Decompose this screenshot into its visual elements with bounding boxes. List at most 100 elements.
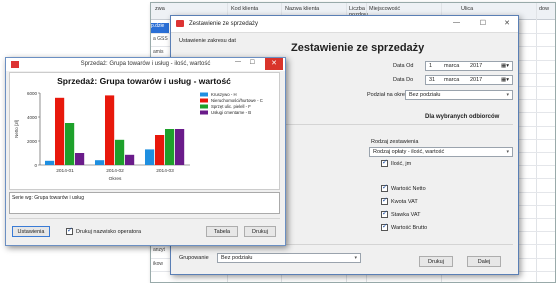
checkbox-label: Stawka VAT	[391, 212, 421, 218]
bar	[45, 160, 55, 165]
legend-swatch	[200, 104, 208, 109]
grouping-select[interactable]: Bez podziału ▾	[217, 253, 361, 263]
date-from-day: 1	[429, 63, 433, 69]
y-tick-label: 6000	[27, 91, 38, 96]
checkbox-net-value[interactable]	[381, 183, 388, 192]
date-to-day: 31	[429, 77, 436, 83]
report-type-value: Rodzaj opłaty - ilość, wartość	[373, 149, 445, 155]
close-icon[interactable]: ✕	[504, 19, 510, 27]
chart-window-title: Sprzedaż: Grupa towarów i usług - ilość,…	[80, 61, 211, 67]
date-to-year: 2017	[470, 77, 483, 83]
chevron-down-icon: ▾	[506, 149, 509, 155]
date-from-field[interactable]: 1 marca 2017 ▦▾	[425, 61, 513, 71]
date-from-month: marca	[444, 63, 460, 69]
checkbox-vat-amount[interactable]	[381, 196, 388, 205]
settings-button[interactable]: Ustawienia	[12, 226, 50, 237]
x-tick-label: 2014-01	[56, 168, 74, 174]
date-to-field[interactable]: 31 marca 2017 ▦▾	[425, 75, 513, 85]
bar	[95, 160, 105, 165]
checkbox-quantity[interactable]	[381, 158, 388, 167]
bar	[65, 123, 75, 165]
chart-titlebar: Sprzedaż: Grupa towarów i usług - ilość,…	[6, 58, 285, 71]
report-type-label: Rodzaj zestawienia	[371, 139, 419, 145]
report-type-select[interactable]: Rodzaj opłaty - ilość, wartość ▾	[369, 147, 513, 157]
calendar-icon[interactable]: ▦▾	[501, 62, 509, 71]
date-to-month: marca	[444, 77, 460, 83]
print-button[interactable]: Drukuj	[244, 226, 276, 237]
chevron-down-icon: ▾	[506, 92, 509, 98]
dialog-titlebar: Zestawienie ze sprzedaży — ☐ ✕	[171, 16, 518, 33]
table-row[interactable]: amis	[153, 49, 164, 55]
print-operator-label: Drukuj nazwisko operatora	[76, 229, 142, 235]
chart-title: Sprzedaż: Grupa towarów i usług - wartoś…	[57, 76, 231, 86]
divider	[9, 218, 280, 219]
bar	[165, 129, 175, 165]
maximize-icon[interactable]: ☐	[480, 19, 486, 27]
table-row[interactable]: p.dzie	[151, 23, 169, 33]
bar	[145, 149, 155, 165]
checkbox-gross-value[interactable]	[381, 222, 388, 231]
period-value: Bez podziału	[409, 92, 441, 98]
minimize-icon[interactable]: —	[235, 59, 241, 65]
column-header[interactable]: Nazwa klienta	[285, 6, 319, 12]
x-tick-label: 2014-02	[106, 168, 124, 174]
legend-swatch	[200, 98, 208, 103]
bar	[155, 135, 165, 165]
app-icon	[176, 20, 184, 27]
table-button[interactable]: Tabela	[206, 226, 238, 237]
x-axis-label: Okres	[109, 176, 122, 182]
column-header[interactable]: Ulica	[461, 6, 473, 12]
bar	[75, 153, 85, 165]
maximize-icon[interactable]: ☐	[250, 59, 255, 66]
checkbox-label: Wartość Brutto	[391, 225, 428, 231]
calendar-icon[interactable]: ▦▾	[501, 76, 509, 85]
bar	[55, 97, 65, 165]
checkbox-vat-rate[interactable]	[381, 209, 388, 218]
column-header[interactable]: zwa	[155, 6, 165, 12]
bar	[175, 129, 185, 165]
dialog-title: Zestawienie ze sprzedaży	[189, 21, 259, 27]
checkbox-label: Kwota VAT	[391, 199, 418, 205]
next-button[interactable]: Dalej	[467, 256, 501, 267]
table-row[interactable]: ikow	[153, 261, 163, 267]
table-row[interactable]: a GSS	[153, 36, 168, 42]
chevron-down-icon: ▾	[354, 255, 357, 261]
page-title: Zestawienie ze sprzedaży	[291, 42, 425, 54]
bar-chart: Sprzedaż: Grupa towarów i usług - wartoś…	[14, 76, 263, 182]
bar	[105, 95, 115, 165]
series-info-box[interactable]: Serie wg: Grupa towarów i usług	[9, 192, 280, 214]
chart-window: Sprzedaż: Grupa towarów i usług - ilość,…	[5, 57, 286, 246]
date-range-label: Ustawienie zakresu dat	[179, 38, 236, 44]
table-row[interactable]: anzyt	[153, 247, 165, 253]
checkbox-label: Ilość, jm	[391, 161, 412, 167]
column-header[interactable]: dow	[539, 6, 549, 12]
y-axis-label: Netto [zł]	[14, 120, 19, 138]
column-header[interactable]: Miejscowość	[369, 6, 400, 12]
minimize-icon[interactable]: —	[453, 19, 460, 26]
date-from-label: Data Od	[393, 63, 414, 69]
close-icon[interactable]: ✕	[265, 58, 283, 70]
legend-label: Usługi cmentarne - B	[211, 110, 251, 115]
chart-area: Sprzedaż: Grupa towarów i usług - wartoś…	[9, 72, 280, 190]
checkbox-label: Wartość Netto	[391, 186, 426, 192]
x-tick-label: 2014-03	[156, 168, 174, 174]
bar	[115, 139, 125, 165]
recipients-label: Dla wybranych odbiorców	[425, 114, 500, 120]
column-header[interactable]: Kod klienta	[231, 6, 259, 12]
period-label: Podział na okresy	[367, 92, 411, 98]
period-select[interactable]: Bez podziału ▾	[405, 90, 513, 100]
legend-label: Nieruchomości/hurtowe - C	[211, 98, 263, 103]
grouping-label: Grupowanie	[179, 255, 209, 261]
y-tick-label: 4000	[27, 115, 38, 120]
print-button[interactable]: Drukuj	[419, 256, 453, 267]
legend-label: Kruszywo - H	[211, 92, 237, 97]
legend-swatch	[200, 92, 208, 97]
y-tick-label: 2000	[27, 139, 38, 144]
print-operator-checkbox[interactable]	[66, 226, 73, 235]
date-from-year: 2017	[470, 63, 483, 69]
date-to-label: Data Do	[393, 77, 414, 83]
y-tick-label: 0	[34, 163, 37, 168]
legend-label: Sprzęt ulic. pielell - F	[211, 104, 251, 109]
legend-swatch	[200, 110, 208, 115]
column-divider	[536, 3, 537, 282]
